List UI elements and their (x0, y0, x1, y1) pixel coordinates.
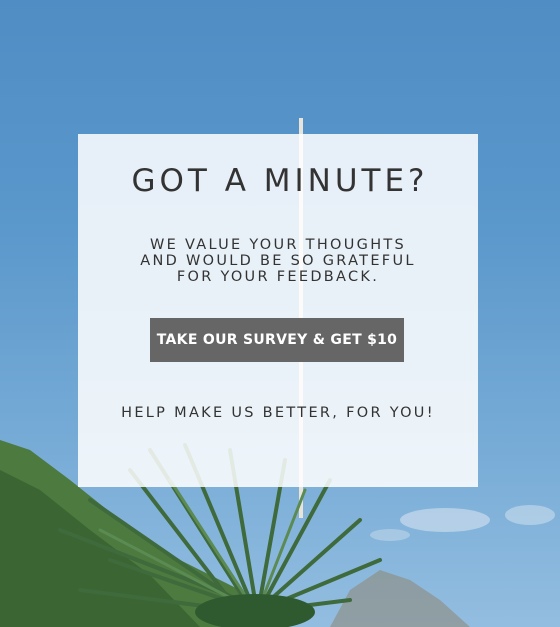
subtext-line: FOR YOUR FEEDBACK. (176, 269, 380, 285)
subtext-line: WE VALUE YOUR THOUGHTS (149, 237, 407, 253)
modal-subtext: WE VALUE YOUR THOUGHTS AND WOULD BE SO G… (78, 237, 478, 285)
take-survey-button[interactable]: TAKE OUR SURVEY & GET $10 (150, 318, 404, 362)
modal-footer-text: HELP MAKE US BETTER, FOR YOU! (121, 405, 435, 421)
modal-headline: GOT A MINUTE? (131, 163, 429, 199)
subtext-line: AND WOULD BE SO GRATEFUL (140, 253, 416, 269)
